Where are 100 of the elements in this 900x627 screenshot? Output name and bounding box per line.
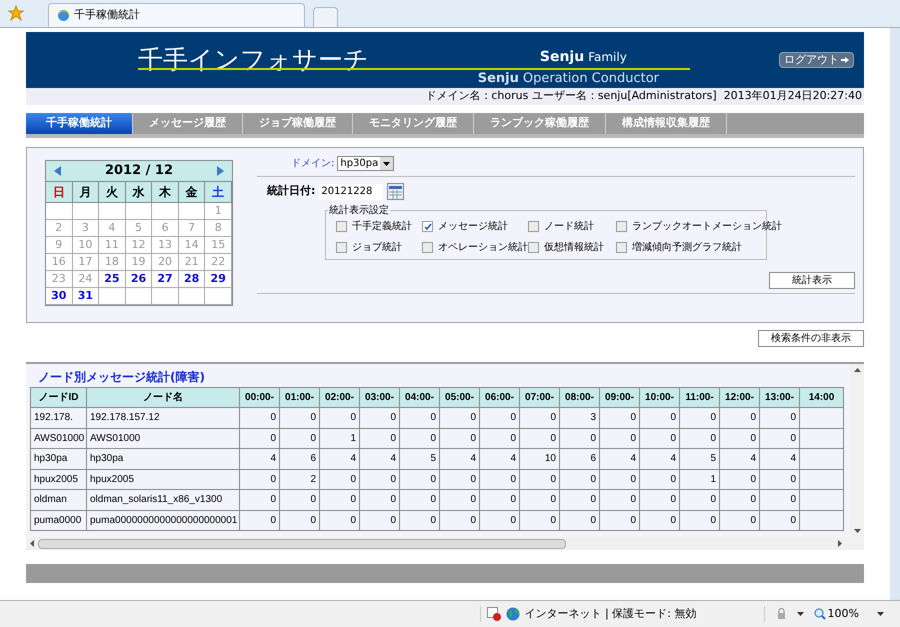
table-cell: 0: [760, 408, 800, 428]
column-header: 07:00-: [520, 388, 560, 408]
table-cell: 4: [320, 448, 360, 469]
checkbox[interactable]: [336, 242, 347, 253]
table-cell: [800, 469, 844, 490]
table-cell: 0: [440, 490, 480, 510]
nav-tab[interactable]: 千手稼働統計: [26, 113, 133, 134]
table-cell: 0: [400, 428, 440, 448]
table-cell: AWS01000: [86, 428, 240, 448]
table-cell: 0: [480, 408, 520, 428]
table-cell: hpux2005: [86, 469, 240, 490]
previous-month-icon[interactable]: [54, 166, 61, 176]
table-cell: 0: [680, 408, 720, 428]
table-cell: 0: [560, 510, 600, 530]
table-cell: 0: [520, 428, 560, 448]
calendar-icon[interactable]: [387, 183, 404, 200]
table-cell: [800, 408, 844, 428]
scroll-thumb[interactable]: [38, 538, 566, 548]
checkbox[interactable]: [422, 242, 433, 253]
calendar-day: 8: [205, 220, 232, 237]
table-cell: AWS01000: [30, 428, 86, 448]
table-cell: [800, 428, 844, 448]
checkbox[interactable]: [528, 221, 539, 232]
calendar-day: 10: [72, 237, 100, 254]
column-header: 09:00-: [600, 388, 640, 408]
scroll-left-icon[interactable]: [30, 540, 34, 547]
calendar-day: 17: [72, 254, 100, 271]
option-label: 増減傾向予測グラフ統計: [632, 240, 742, 255]
table-cell: 4: [720, 448, 760, 469]
brand-senju: Senju: [540, 49, 584, 65]
table-cell: 0: [640, 490, 680, 510]
new-tab-button[interactable]: [313, 7, 338, 27]
caret-icon[interactable]: [796, 612, 804, 616]
column-header: ノード名: [86, 388, 240, 408]
calendar-cell: [72, 203, 100, 220]
calendar-day: 4: [99, 220, 126, 237]
table-cell: 0: [320, 490, 360, 510]
checkbox[interactable]: [528, 242, 539, 253]
table-cell: 1: [320, 428, 360, 448]
table-cell: 0: [640, 510, 680, 530]
weekday-header: 月: [72, 182, 100, 203]
table-cell: 0: [240, 408, 280, 428]
date-field[interactable]: 20121228: [319, 184, 384, 200]
checkbox[interactable]: [422, 221, 433, 232]
column-header: 14:00: [800, 388, 844, 408]
table-cell: 0: [560, 428, 600, 448]
calendar-day: 14: [178, 237, 206, 254]
table-cell: 0: [440, 408, 480, 428]
blocked-icon[interactable]: [486, 607, 501, 621]
table-cell: 0: [320, 469, 360, 490]
checkbox[interactable]: [616, 242, 627, 253]
table-cell: [800, 448, 844, 469]
domain-label: ドメイン:: [291, 156, 334, 170]
hide-conditions-button[interactable]: 検索条件の非表示: [758, 330, 864, 347]
column-header: 01:00-: [280, 388, 320, 408]
table-cell: 0: [280, 408, 320, 428]
table-cell: 0: [360, 469, 400, 490]
calendar-day: 15: [205, 237, 232, 254]
column-header: 03:00-: [360, 388, 400, 408]
column-header: 00:00-: [240, 388, 280, 408]
logout-button[interactable]: ログアウト: [779, 52, 854, 68]
zoom-level[interactable]: 100%: [828, 606, 859, 622]
brand-subtitle: Operation Conductor: [522, 71, 659, 86]
table-cell: oldman_solaris11_x86_v1300: [86, 490, 240, 510]
checkbox[interactable]: [616, 221, 627, 232]
arrow-right-icon: [841, 56, 849, 64]
checkbox[interactable]: [336, 221, 347, 232]
table-cell: 0: [720, 490, 760, 510]
table-cell: 0: [640, 469, 680, 490]
scroll-up-icon[interactable]: [854, 368, 860, 372]
vertical-scrollbar[interactable]: [850, 364, 864, 537]
table-cell: 0: [360, 490, 400, 510]
dropdown-caret-icon: [380, 156, 394, 170]
horizontal-scrollbar[interactable]: [26, 537, 864, 550]
scroll-right-icon[interactable]: [838, 540, 842, 547]
table-cell: hp30pa: [86, 448, 240, 469]
brand-family: Family: [588, 49, 627, 65]
weekday-header: 日: [46, 182, 73, 203]
table-cell: puma0000: [30, 510, 86, 530]
table-cell: 4: [440, 448, 480, 469]
column-header: ノードID: [30, 388, 86, 408]
table-cell: 6: [560, 448, 600, 469]
calendar-day[interactable]: 30: [46, 288, 73, 305]
zoom-icon[interactable]: [814, 608, 826, 620]
table-cell: 192.178.: [30, 408, 86, 428]
column-header: 04:00-: [400, 388, 440, 408]
calendar-day: 7: [178, 220, 206, 237]
option-label: メッセージ統計: [438, 220, 508, 234]
calendar-cell: [99, 203, 126, 220]
domain-select[interactable]: hp30pa: [337, 156, 394, 170]
table-cell: 0: [680, 428, 720, 448]
favorites-star-icon[interactable]: [8, 5, 24, 21]
browser-tab[interactable]: 千手稼働統計: [48, 3, 305, 27]
weekday-header: 金: [178, 182, 206, 203]
show-stats-button[interactable]: 統計表示: [769, 272, 855, 289]
table-cell: 0: [480, 469, 520, 490]
caret-icon[interactable]: [877, 612, 884, 616]
next-month-icon[interactable]: [216, 166, 224, 176]
scroll-down-icon[interactable]: [854, 529, 860, 533]
table-cell: 0: [720, 408, 760, 428]
